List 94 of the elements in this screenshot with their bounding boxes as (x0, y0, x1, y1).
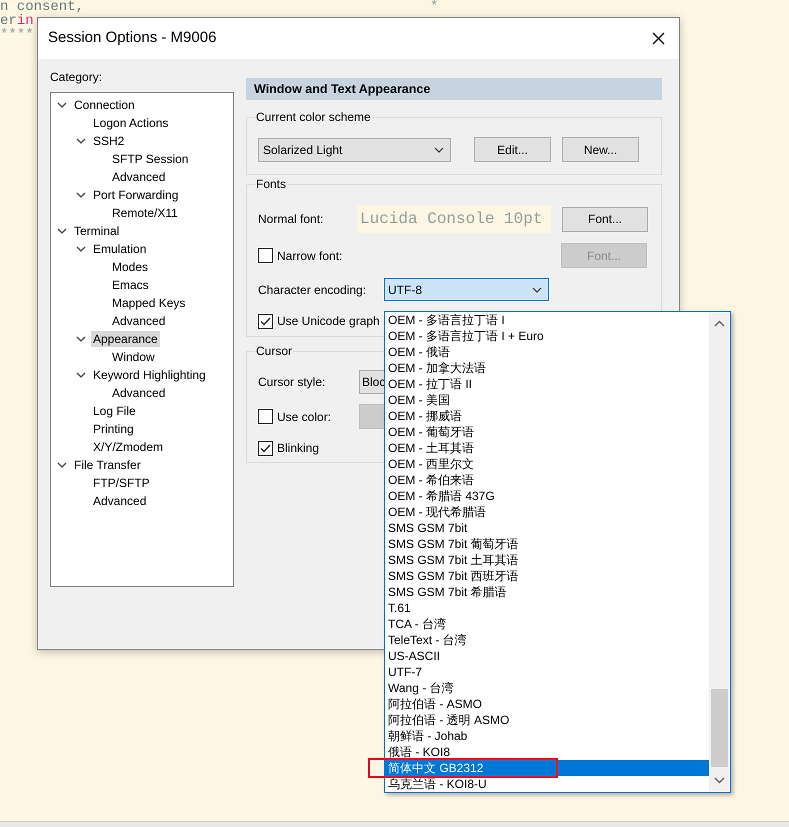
cursor-style-dropdown[interactable]: Bloc (359, 370, 386, 394)
expand-chevron-icon[interactable] (76, 136, 86, 146)
checkbox[interactable] (258, 314, 273, 328)
checkbox-label: Blinking (277, 440, 320, 457)
list-item[interactable]: T.61 (385, 600, 709, 616)
list-item[interactable]: OEM - 西里尔文 (385, 456, 709, 472)
list-item[interactable]: OEM - 希腊语 437G (385, 488, 709, 504)
list-item[interactable]: Wang - 台湾 (385, 680, 709, 696)
code-text: er (0, 13, 17, 29)
list-item[interactable]: OEM - 挪威语 (385, 408, 709, 424)
list-item[interactable]: SMS GSM 7bit 葡萄牙语 (385, 536, 709, 552)
list-item[interactable]: 乌克兰语 - KOI8-U (385, 776, 709, 792)
tree-item[interactable]: Printing (91, 421, 136, 437)
list-item[interactable]: OEM - 葡萄牙语 (385, 424, 709, 440)
list-item[interactable]: 俄语 - KOI8 (385, 744, 709, 760)
list-item[interactable]: 阿拉伯语 - ASMO (385, 696, 709, 712)
new-button[interactable]: New... (562, 137, 639, 162)
color-scheme-dropdown[interactable]: Solarized Light (258, 138, 451, 162)
code-text: in (16, 13, 34, 29)
close-icon[interactable] (652, 32, 665, 45)
tree-item[interactable]: Terminal (72, 223, 122, 239)
tree-item[interactable]: Advanced (110, 313, 168, 329)
checkbox-label: Use color: (277, 408, 332, 426)
tree-item[interactable]: Advanced (91, 493, 148, 509)
list-item[interactable]: TCA - 台湾 (385, 616, 709, 632)
scrollbar[interactable] (709, 312, 730, 792)
field-label: Cursor style: (258, 374, 326, 391)
edit-button[interactable]: Edit... (474, 137, 551, 162)
checkbox[interactable] (258, 409, 273, 424)
list-item[interactable]: OEM - 加拿大法语 (385, 360, 709, 376)
expand-chevron-icon[interactable] (76, 334, 86, 344)
tree-item[interactable]: Connection (72, 97, 137, 113)
list-item[interactable]: UTF-7 (385, 664, 709, 680)
expand-chevron-icon[interactable] (57, 226, 67, 236)
window-title: Session Options - M9006 (48, 28, 216, 48)
tree-item[interactable]: Emulation (91, 241, 148, 257)
list-item[interactable]: OEM - 现代希腊语 (385, 504, 709, 520)
tree-item[interactable]: Remote/X11 (110, 205, 180, 221)
checkbox[interactable] (258, 440, 273, 456)
tree-item[interactable]: FTP/SFTP (91, 475, 152, 491)
code-text: **** (0, 27, 34, 43)
scroll-up-icon[interactable] (714, 320, 725, 327)
code-text: n consent, (0, 0, 84, 15)
tree-item[interactable]: SSH2 (91, 133, 126, 149)
expand-chevron-icon[interactable] (76, 370, 86, 380)
list-item[interactable]: 阿拉伯语 - 透明 ASMO (385, 712, 709, 728)
tree-item[interactable]: File Transfer (72, 457, 143, 473)
tree-item[interactable]: Keyword Highlighting (91, 367, 208, 383)
expand-chevron-icon[interactable] (57, 100, 67, 110)
list-item[interactable]: SMS GSM 7bit 土耳其语 (385, 552, 709, 568)
scrollbar-thumb[interactable] (711, 689, 728, 767)
chevron-down-icon (434, 146, 444, 152)
expand-chevron-icon[interactable] (57, 460, 67, 470)
font-preview: Lucida Console 10pt (357, 205, 551, 233)
list-item[interactable]: OEM - 拉丁语 II (385, 376, 709, 392)
field-label: Normal font: (258, 211, 324, 228)
list-item[interactable]: OEM - 美国 (385, 392, 709, 408)
list-item[interactable]: TeleText - 台湾 (385, 632, 709, 648)
list-item[interactable]: 朝鲜语 - Johab (385, 728, 709, 744)
list-item[interactable]: OEM - 多语言拉丁语 I (385, 312, 709, 328)
checkbox-label: Narrow font: (277, 248, 344, 264)
list-item[interactable]: SMS GSM 7bit 希腊语 (385, 584, 709, 600)
list-item[interactable]: 简体中文 GB2312 (385, 760, 709, 776)
tree-item[interactable]: Appearance (91, 331, 160, 347)
chevron-down-icon (532, 286, 542, 292)
tree-item[interactable]: Port Forwarding (91, 187, 180, 203)
field-label: Character encoding: (258, 282, 368, 298)
category-label: Category: (50, 69, 104, 86)
tree-item[interactable]: Advanced (110, 169, 168, 185)
tree-item[interactable]: Mapped Keys (110, 295, 188, 311)
expand-chevron-icon[interactable] (76, 190, 86, 200)
tree-item[interactable]: Emacs (110, 277, 151, 293)
tree-item[interactable]: Advanced (110, 385, 168, 401)
tree-item[interactable]: Window (110, 349, 157, 365)
list-item[interactable]: SMS GSM 7bit (385, 520, 709, 536)
list-item[interactable]: SMS GSM 7bit 西班牙语 (385, 568, 709, 584)
checkbox[interactable] (258, 248, 273, 263)
encoding-dropdown[interactable]: UTF-8 (384, 278, 549, 301)
tree-item[interactable]: Logon Actions (91, 115, 170, 131)
section-header: Window and Text Appearance (246, 78, 662, 100)
tree-item[interactable]: X/Y/Zmodem (91, 439, 166, 455)
list-item[interactable]: OEM - 希伯来语 (385, 472, 709, 488)
tree-item[interactable]: Modes (110, 259, 150, 275)
list-item[interactable]: OEM - 俄语 (385, 344, 709, 360)
list-item[interactable]: US-ASCII (385, 648, 709, 664)
expand-chevron-icon[interactable] (76, 244, 86, 254)
list-item[interactable]: OEM - 多语言拉丁语 I + Euro (385, 328, 709, 344)
tree-item[interactable]: SFTP Session (110, 151, 190, 167)
tree-item[interactable]: Log File (91, 403, 138, 419)
checkbox-label: Use Unicode graph (277, 313, 380, 330)
scroll-down-icon[interactable] (714, 777, 725, 784)
list-item[interactable]: OEM - 土耳其语 (385, 440, 709, 456)
font-button[interactable]: Font... (562, 206, 648, 232)
code-text: * (430, 0, 438, 14)
